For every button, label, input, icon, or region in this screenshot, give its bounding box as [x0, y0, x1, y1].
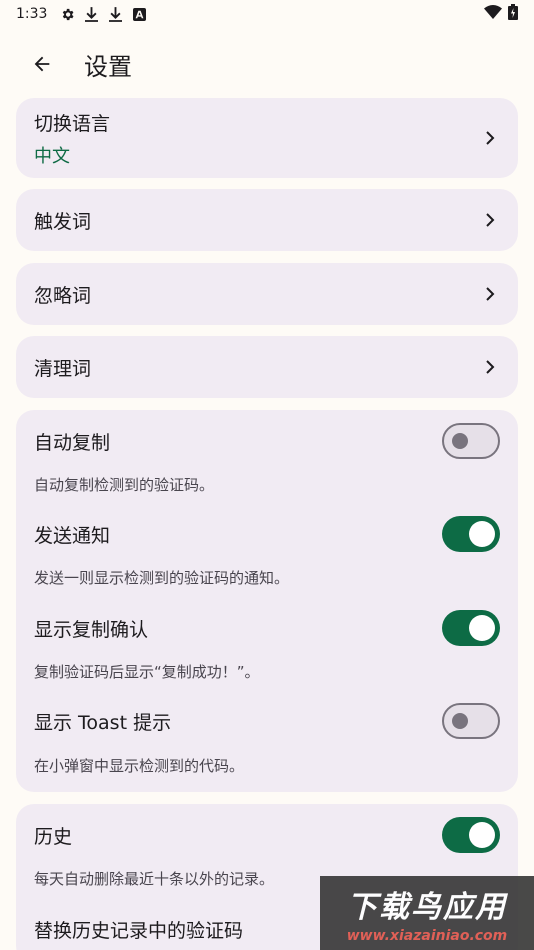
copy-confirm-row[interactable]: 显示复制确认 — [34, 609, 500, 647]
watermark-url-text: www.xiazainiao.com — [346, 928, 508, 944]
copy-confirm-description: 复制验证码后显示“复制成功！”。 — [34, 663, 260, 681]
switch-knob — [469, 521, 495, 547]
a-box-icon — [131, 6, 147, 22]
download-icon — [107, 6, 123, 22]
language-label: 切换语言 — [34, 112, 111, 135]
download-icon — [83, 6, 99, 22]
history-switch[interactable] — [442, 817, 500, 853]
battery-icon — [508, 4, 518, 24]
toast-description: 在小弹窗中显示检测到的代码。 — [34, 757, 245, 775]
switch-knob — [469, 615, 495, 641]
gear-icon — [59, 6, 75, 22]
copy-confirm-label: 显示复制确认 — [34, 618, 149, 641]
language-card[interactable]: 切换语言 中文 — [16, 98, 518, 178]
language-value: 中文 — [34, 145, 70, 167]
toast-switch[interactable] — [442, 703, 500, 739]
arrow-left-icon — [34, 56, 50, 72]
toast-label: 显示 Toast 提示 — [34, 711, 172, 734]
history-row[interactable]: 历史 — [34, 816, 500, 854]
copy-confirm-switch[interactable] — [442, 610, 500, 646]
switch-knob — [469, 822, 495, 848]
toast-row[interactable]: 显示 Toast 提示 — [34, 702, 500, 740]
ignore-words-label: 忽略词 — [34, 284, 92, 307]
status-bar: 1:33 — [0, 0, 534, 28]
auto-copy-description: 自动复制检测到的验证码。 — [34, 476, 215, 494]
auto-copy-switch[interactable] — [442, 423, 500, 459]
status-time: 1:33 — [16, 6, 48, 22]
send-notification-switch[interactable] — [442, 516, 500, 552]
send-notification-label: 发送通知 — [34, 524, 111, 547]
trigger-words-label: 触发词 — [34, 210, 92, 233]
app-bar: 设置 — [0, 36, 534, 92]
chevron-right-icon — [480, 210, 500, 230]
watermark-logo: 下载鸟应用 www.xiazainiao.com — [320, 876, 534, 950]
chevron-right-icon — [480, 284, 500, 304]
history-label: 历史 — [34, 825, 73, 848]
auto-copy-label: 自动复制 — [34, 431, 111, 454]
send-notification-row[interactable]: 发送通知 — [34, 515, 500, 553]
trigger-words-card[interactable]: 触发词 — [16, 189, 518, 251]
cleanup-words-label: 清理词 — [34, 357, 92, 380]
ignore-words-card[interactable]: 忽略词 — [16, 263, 518, 325]
send-notification-description: 发送一则显示检测到的验证码的通知。 — [34, 569, 290, 587]
watermark-main-text: 下载鸟应用 — [347, 890, 507, 925]
cleanup-words-card[interactable]: 清理词 — [16, 336, 518, 398]
toggles-card: 自动复制 自动复制检测到的验证码。 发送通知 发送一则显示检测到的验证码的通知。… — [16, 410, 518, 792]
chevron-right-icon — [480, 357, 500, 377]
switch-knob — [452, 713, 468, 729]
history-description: 每天自动删除最近十条以外的记录。 — [34, 870, 275, 888]
auto-copy-row[interactable]: 自动复制 — [34, 422, 500, 460]
back-button[interactable] — [18, 40, 66, 88]
switch-knob — [452, 433, 468, 449]
page-title: 设置 — [84, 52, 132, 81]
chevron-right-icon — [480, 128, 500, 148]
wifi-icon — [484, 5, 502, 23]
